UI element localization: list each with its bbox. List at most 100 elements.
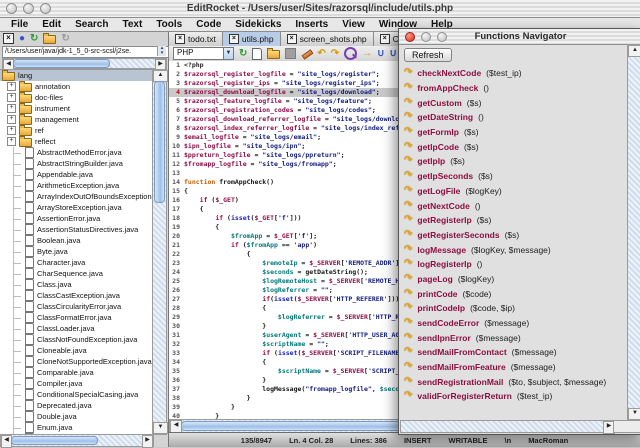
close-panel-icon[interactable]: × [3, 33, 14, 44]
tree-file[interactable]: Cloneable.java [0, 345, 152, 356]
tree-root-lang[interactable]: lang [0, 70, 152, 81]
tree-file[interactable]: Class.java [0, 279, 152, 290]
function-item-getCustom[interactable]: ↷ getCustom ($s) [404, 95, 627, 110]
expand-icon[interactable]: + [7, 126, 16, 135]
scroll-down-icon[interactable]: ▼ [628, 408, 640, 420]
tree-file[interactable]: Comparable.java [0, 367, 152, 378]
tree-file[interactable]: ArrayIndexOutOfBoundsException.java [0, 191, 152, 202]
tab-screen_shots-php[interactable]: × screen_shots.php [280, 32, 374, 46]
tree-file[interactable]: AbstractMethodError.java [0, 147, 152, 158]
menu-view[interactable]: View [335, 19, 372, 30]
tree-file[interactable]: ArrayStoreException.java [0, 202, 152, 213]
tree-file[interactable]: Appendable.java [0, 169, 152, 180]
tree-file[interactable]: Enum.java [0, 422, 152, 433]
pencil-icon[interactable] [301, 48, 312, 59]
scrollbar-thumb[interactable] [13, 59, 110, 68]
scroll-up-icon[interactable]: ▲ [628, 45, 640, 57]
function-item-sendMailFromFeature[interactable]: ↷ sendMailFromFeature ($message) [404, 360, 627, 375]
function-item-getIpCode[interactable]: ↷ getIpCode ($s) [404, 139, 627, 154]
language-select[interactable]: PHP ▼ [173, 47, 234, 60]
menu-inserts[interactable]: Inserts [288, 19, 335, 30]
tree-file[interactable]: Boolean.java [0, 235, 152, 246]
tree-file[interactable]: ClassNotFoundException.java [0, 334, 152, 345]
tab-todo-txt[interactable]: × todo.txt [169, 32, 223, 46]
menu-sidekicks[interactable]: Sidekicks [228, 19, 288, 30]
tree-file[interactable]: Compiler.java [0, 378, 152, 389]
menu-edit[interactable]: Edit [35, 19, 68, 30]
function-item-getDateString[interactable]: ↷ getDateString () [404, 110, 627, 125]
navigator-titlebar[interactable]: Functions Navigator [399, 29, 640, 45]
function-item-getFormIp[interactable]: ↷ getFormIp ($s) [404, 125, 627, 140]
menu-file[interactable]: File [4, 19, 35, 30]
menu-tools[interactable]: Tools [149, 19, 189, 30]
function-item-printCode[interactable]: ↷ printCode ($code) [404, 286, 627, 301]
expand-icon[interactable]: + [7, 104, 16, 113]
expand-icon[interactable]: + [7, 93, 16, 102]
function-item-checkNextCode[interactable]: ↷ checkNextCode ($test_ip) [404, 66, 627, 81]
scroll-down-icon[interactable]: ▼ [153, 422, 168, 434]
find-icon[interactable] [344, 47, 358, 60]
close-tab-icon[interactable]: × [379, 34, 390, 44]
tab-utils-php[interactable]: × utils.php [222, 32, 281, 46]
tree-folder-doc-files[interactable]: + doc-files [0, 92, 152, 103]
tree-file[interactable]: AbstractStringBuilder.java [0, 158, 152, 169]
tree-folder-ref[interactable]: + ref [0, 125, 152, 136]
refresh-button[interactable]: Refresh [404, 48, 452, 62]
menu-text[interactable]: Text [115, 19, 149, 30]
tree-file[interactable]: Deprecated.java [0, 400, 152, 411]
tree-file[interactable]: CloneNotSupportedException.java [0, 356, 152, 367]
navigator-vertical-scrollbar[interactable]: ▲ ▼ [627, 44, 640, 421]
close-tab-icon[interactable]: × [286, 34, 297, 44]
close-tab-icon[interactable]: × [228, 34, 239, 44]
tree-folder-management[interactable]: + management [0, 114, 152, 125]
resize-corner[interactable] [613, 420, 640, 433]
tree-vertical-scrollbar[interactable]: ▲ ▼ [152, 69, 168, 435]
tree-folder-reflect[interactable]: + reflect [0, 136, 152, 147]
function-item-getNextCode[interactable]: ↷ getNextCode () [404, 198, 627, 213]
function-item-sendRegistrationMail[interactable]: ↷ sendRegistrationMail ($to, $subject, $m… [404, 374, 627, 389]
tree-file[interactable]: ClassCastException.java [0, 290, 152, 301]
function-item-sendCodeError[interactable]: ↷ sendCodeError ($message) [404, 316, 627, 331]
scrollbar-thumb[interactable] [154, 81, 165, 203]
tree-file[interactable]: ClassFormatError.java [0, 312, 152, 323]
forward-icon[interactable]: → [362, 48, 372, 59]
function-item-getIpSeconds[interactable]: ↷ getIpSeconds ($s) [404, 169, 627, 184]
window-titlebar[interactable]: EditRocket - /Users/user/Sites/razorsql/… [0, 0, 640, 18]
brace-open-icon[interactable]: ∪ [377, 48, 384, 59]
file-tree[interactable]: lang + annotation + doc-files + instrument + man… [0, 69, 152, 435]
scroll-right-icon[interactable]: ▶ [142, 435, 153, 448]
expand-icon[interactable]: + [7, 82, 16, 91]
tree-file[interactable]: Byte.java [0, 246, 152, 257]
function-item-getIpIp[interactable]: ↷ getIpIp ($s) [404, 154, 627, 169]
menu-code[interactable]: Code [189, 19, 228, 30]
close-tab-icon[interactable]: × [175, 34, 185, 44]
brace-close-icon[interactable]: ∪ [390, 48, 397, 59]
tree-file[interactable]: CharSequence.java [0, 268, 152, 279]
tree-file[interactable]: ClassLoader.java [0, 323, 152, 334]
tree-file[interactable]: AssertionError.java [0, 213, 152, 224]
function-item-getLogFile[interactable]: ↷ getLogFile ($logKey) [404, 184, 627, 199]
tree-file[interactable]: ClassCircularityError.java [0, 301, 152, 312]
function-item-validForRegisterReturn[interactable]: ↷ validForRegisterReturn ($test_ip) [404, 389, 627, 404]
tree-file[interactable]: ConditionalSpecialCasing.java [0, 389, 152, 400]
function-item-getRegisterIp[interactable]: ↷ getRegisterIp ($s) [404, 213, 627, 228]
tree-horizontal-scrollbar[interactable]: ◀ ▶ [0, 434, 154, 448]
path-stepper[interactable]: ▴ ▾ [157, 46, 166, 56]
function-item-logMessage[interactable]: ↷ logMessage ($logKey, $message) [404, 242, 627, 257]
tree-file[interactable]: ArithmeticException.java [0, 180, 152, 191]
expand-icon[interactable]: + [7, 115, 16, 124]
folder-sync-icon[interactable] [43, 33, 57, 44]
web-search-icon[interactable]: ● [19, 33, 25, 44]
function-item-getRegisterSeconds[interactable]: ↷ getRegisterSeconds ($s) [404, 228, 627, 243]
navigator-horizontal-scrollbar[interactable]: ▶ [400, 420, 616, 434]
path-scrollbar[interactable]: ◀ ▶ [2, 58, 167, 70]
function-item-sendMailFromContact[interactable]: ↷ sendMailFromContact ($message) [404, 345, 627, 360]
tree-folder-instrument[interactable]: + instrument [0, 103, 152, 114]
sync-disabled-icon[interactable]: ↻ [61, 33, 69, 44]
path-field[interactable]: /Users/user/java/jdk-1_5_0-src-scsl/j2se… [2, 46, 169, 58]
menu-search[interactable]: Search [68, 19, 115, 30]
refresh-icon[interactable]: ↻ [30, 33, 38, 44]
open-folder-icon[interactable] [267, 48, 281, 59]
expand-icon[interactable]: + [7, 137, 16, 146]
tree-file[interactable]: Double.java [0, 411, 152, 422]
